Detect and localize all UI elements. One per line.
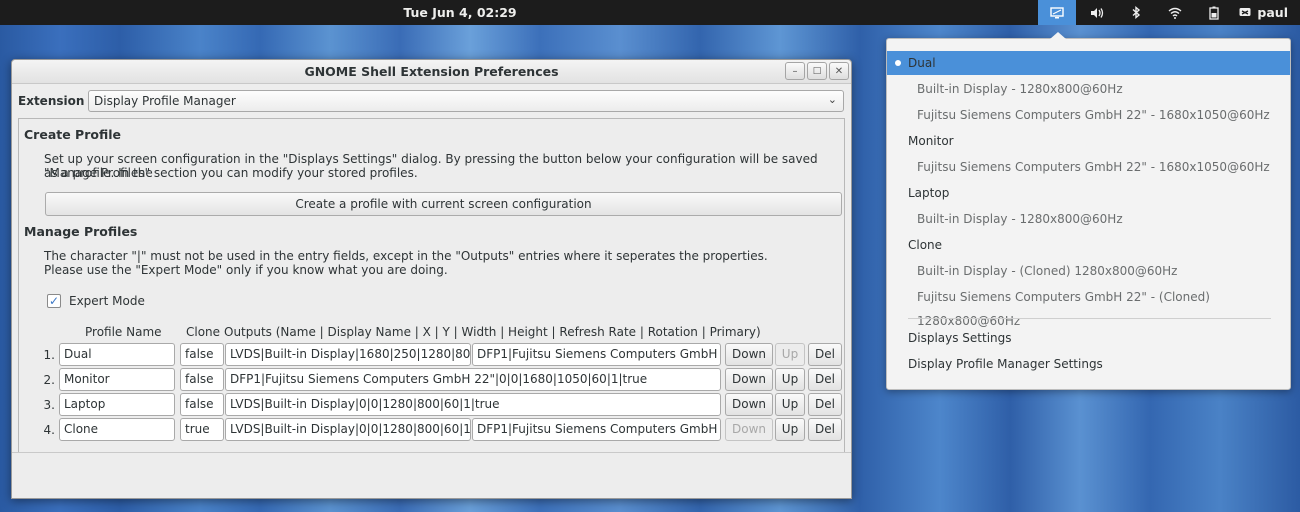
close-button[interactable]: ✕ bbox=[829, 62, 849, 80]
maximize-icon: □ bbox=[812, 66, 822, 76]
column-clone: Clone bbox=[186, 325, 221, 339]
minimize-button[interactable]: – bbox=[785, 62, 805, 80]
profile-name-field[interactable]: Clone bbox=[59, 418, 175, 441]
menu-item-profile-dual[interactable]: Dual bbox=[887, 51, 1290, 75]
window-title: GNOME Shell Extension Preferences bbox=[304, 64, 559, 79]
manage-profiles-text-2: Please use the "Expert Mode" only if you… bbox=[44, 263, 448, 277]
extension-label: Extension bbox=[18, 94, 85, 108]
profile-row: 4. Clone true LVDS|Built-in Display|0|0|… bbox=[25, 418, 845, 442]
profile-name-field[interactable]: Laptop bbox=[59, 393, 175, 416]
active-dot-icon bbox=[895, 60, 901, 66]
wifi-icon[interactable] bbox=[1155, 0, 1194, 25]
move-up-button[interactable]: Up bbox=[775, 393, 805, 416]
output-field-2[interactable]: DFP1|Fujitsu Siemens Computers GmbH 22" bbox=[472, 418, 721, 441]
volume-icon[interactable] bbox=[1077, 0, 1116, 25]
chevron-down-icon: ⌄ bbox=[827, 93, 837, 106]
menu-separator bbox=[908, 318, 1271, 319]
menu-item-extension-settings[interactable]: Display Profile Manager Settings bbox=[887, 352, 1290, 376]
menu-item-output[interactable]: Built-in Display - (Cloned) 1280x800@60H… bbox=[887, 259, 1290, 283]
expert-mode-label: Expert Mode bbox=[69, 294, 145, 308]
profile-row: 1. Dual false LVDS|Built-in Display|1680… bbox=[25, 343, 845, 367]
display-icon[interactable] bbox=[1038, 0, 1077, 25]
system-tray: paul bbox=[1038, 0, 1300, 25]
extension-row: Extension Display Profile Manager ⌄ bbox=[18, 90, 844, 112]
menu-item-output[interactable]: Built-in Display - 1280x800@60Hz bbox=[887, 207, 1290, 231]
move-up-button[interactable]: Up bbox=[775, 368, 805, 391]
user-name: paul bbox=[1257, 5, 1288, 20]
clone-field[interactable]: true bbox=[180, 418, 224, 441]
preferences-content: Create Profile Set up your screen config… bbox=[18, 118, 845, 454]
create-profile-heading: Create Profile bbox=[24, 127, 121, 142]
column-profile-name: Profile Name bbox=[85, 325, 162, 339]
profile-row: 3. Laptop false LVDS|Built-in Display|0|… bbox=[25, 393, 845, 417]
maximize-button[interactable]: □ bbox=[807, 62, 827, 80]
move-down-button[interactable]: Down bbox=[725, 393, 773, 416]
menu-arrow bbox=[1050, 32, 1066, 39]
menu-item-output[interactable]: Fujitsu Siemens Computers GmbH 22" - 168… bbox=[887, 103, 1290, 127]
row-number: 4. bbox=[43, 423, 55, 437]
row-number: 1. bbox=[43, 348, 55, 362]
row-number: 2. bbox=[43, 373, 55, 387]
row-number: 3. bbox=[43, 398, 55, 412]
clock[interactable]: Tue Jun 4, 02:29 bbox=[0, 0, 920, 25]
minimize-icon: – bbox=[792, 65, 798, 77]
extension-select[interactable]: Display Profile Manager ⌄ bbox=[88, 90, 844, 112]
menu-item-profile-monitor[interactable]: Monitor bbox=[887, 129, 1290, 153]
menu-item-output[interactable]: Built-in Display - 1280x800@60Hz bbox=[887, 77, 1290, 101]
move-down-button[interactable]: Down bbox=[725, 418, 773, 441]
manage-profiles-text-1: The character "|" must not be used in th… bbox=[44, 249, 768, 263]
clone-field[interactable]: false bbox=[180, 343, 224, 366]
output-field-1[interactable]: LVDS|Built-in Display|1680|250|1280|800 bbox=[225, 343, 471, 366]
menu-item-output[interactable]: Fujitsu Siemens Computers GmbH 22" - 168… bbox=[887, 155, 1290, 179]
close-icon: ✕ bbox=[834, 65, 844, 77]
battery-icon[interactable] bbox=[1194, 0, 1233, 25]
expert-mode-checkbox[interactable]: ✓ bbox=[47, 294, 61, 308]
user-status-icon bbox=[1239, 7, 1251, 16]
bluetooth-icon[interactable] bbox=[1116, 0, 1155, 25]
manage-profiles-heading: Manage Profiles bbox=[24, 224, 138, 239]
output-field-1[interactable]: LVDS|Built-in Display|0|0|1280|800|60|1 bbox=[225, 418, 471, 441]
clone-field[interactable]: false bbox=[180, 393, 224, 416]
clone-field[interactable]: false bbox=[180, 368, 224, 391]
menu-item-output[interactable]: Fujitsu Siemens Computers GmbH 22" - (Cl… bbox=[887, 285, 1290, 328]
create-profile-text-2: "Manage Profiles" section you can modify… bbox=[44, 166, 418, 180]
display-profile-menu: Dual Built-in Display - 1280x800@60Hz Fu… bbox=[886, 32, 1291, 390]
profile-name-field[interactable]: Monitor bbox=[59, 368, 175, 391]
preferences-window: GNOME Shell Extension Preferences – □ ✕ … bbox=[11, 59, 852, 499]
delete-button[interactable]: Del bbox=[808, 368, 842, 391]
move-down-button[interactable]: Down bbox=[725, 343, 773, 366]
menu-item-label: Dual bbox=[908, 56, 936, 70]
top-bar: Tue Jun 4, 02:29 paul bbox=[0, 0, 1300, 25]
move-up-button[interactable]: Up bbox=[775, 418, 805, 441]
extension-select-value: Display Profile Manager bbox=[94, 94, 236, 108]
delete-button[interactable]: Del bbox=[808, 343, 842, 366]
window-controls: – □ ✕ bbox=[783, 62, 849, 80]
profile-name-field[interactable]: Dual bbox=[59, 343, 175, 366]
window-titlebar[interactable]: GNOME Shell Extension Preferences – □ ✕ bbox=[12, 60, 851, 84]
output-field-1[interactable]: LVDS|Built-in Display|0|0|1280|800|60|1|… bbox=[225, 393, 721, 416]
delete-button[interactable]: Del bbox=[808, 393, 842, 416]
menu-item-profile-laptop[interactable]: Laptop bbox=[887, 181, 1290, 205]
menu-item-profile-clone[interactable]: Clone bbox=[887, 233, 1290, 257]
window-footer bbox=[12, 452, 851, 498]
output-field-2[interactable]: DFP1|Fujitsu Siemens Computers GmbH 22" bbox=[472, 343, 721, 366]
profile-row: 2. Monitor false DFP1|Fujitsu Siemens Co… bbox=[25, 368, 845, 392]
column-outputs: Outputs (Name | Display Name | X | Y | W… bbox=[224, 325, 761, 339]
delete-button[interactable]: Del bbox=[808, 418, 842, 441]
menu-item-displays-settings[interactable]: Displays Settings bbox=[887, 326, 1290, 350]
create-profile-button[interactable]: Create a profile with current screen con… bbox=[45, 192, 842, 216]
move-up-button[interactable]: Up bbox=[775, 343, 805, 366]
move-down-button[interactable]: Down bbox=[725, 368, 773, 391]
output-field-1[interactable]: DFP1|Fujitsu Siemens Computers GmbH 22"|… bbox=[225, 368, 721, 391]
expert-mode-row[interactable]: ✓ Expert Mode bbox=[47, 294, 145, 308]
user-menu[interactable]: paul bbox=[1233, 0, 1300, 25]
